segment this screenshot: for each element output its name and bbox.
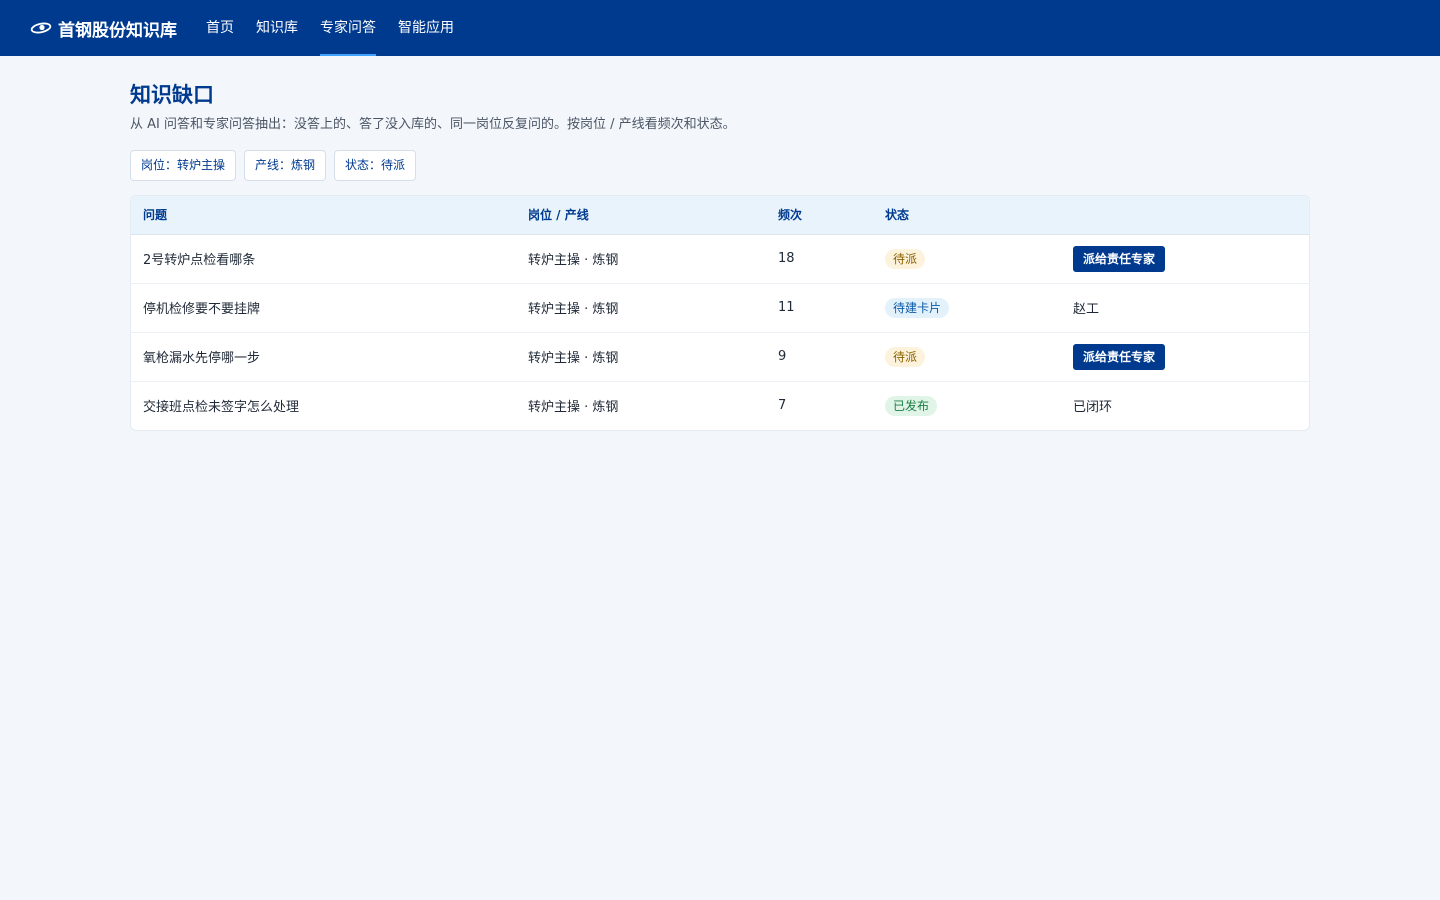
cell-action: 派给责任专家 [1061, 332, 1309, 382]
cell-status: 已发布 [873, 381, 1061, 430]
column-header-question: 问题 [131, 196, 516, 235]
table-row[interactable]: 2号转炉点检看哪条 转炉主操 · 炼钢 18 待派 派给责任专家 [131, 234, 1309, 284]
assign-expert-button[interactable]: 派给责任专家 [1073, 343, 1166, 370]
nav-item-home[interactable]: 首页 [195, 0, 245, 56]
cell-post-line: 转炉主操 · 炼钢 [516, 234, 766, 284]
cell-closed: 已闭环 [1073, 400, 1113, 416]
filter-chip-status[interactable]: 状态：待派 [334, 150, 417, 181]
filter-chip-post[interactable]: 岗位：转炉主操 [130, 150, 237, 181]
cell-status: 待派 [873, 234, 1061, 284]
page-title: 知识缺口 [130, 83, 214, 107]
cell-status: 待建卡片 [873, 283, 1061, 333]
cell-status: 待派 [873, 332, 1061, 382]
table-row[interactable]: 停机检修要不要挂牌 转炉主操 · 炼钢 11 待建卡片 赵工 [131, 283, 1309, 333]
cell-post-line: 转炉主操 · 炼钢 [516, 332, 766, 382]
cell-question: 交接班点检未签字怎么处理 [143, 400, 300, 416]
filter-chip-line[interactable]: 产线：炼钢 [244, 150, 327, 181]
cell-question: 2号转炉点检看哪条 [131, 234, 516, 284]
status-badge: 已发布 [885, 395, 938, 416]
column-header-action [1061, 196, 1309, 235]
cell-question: 氧枪漏水先停哪一步 [131, 332, 516, 382]
cell-post-line: 转炉主操 · 炼钢 [516, 283, 766, 333]
cell-frequency: 9 [766, 332, 873, 382]
column-header-post-line: 岗位 / 产线 [516, 196, 766, 235]
nav-item-expert-qa[interactable]: 专家问答 [309, 0, 387, 56]
page-description: 从 AI 问答和专家问答抽出：没答上的、答了没入库的、同一岗位反复问的。按岗位 … [130, 117, 736, 132]
nav-item-knowledge-base[interactable]: 知识库 [245, 0, 309, 56]
table-header-row: 问题 岗位 / 产线 频次 状态 [131, 196, 1309, 235]
cell-frequency: 18 [766, 234, 873, 284]
main-content: 知识缺口 从 AI 问答和专家问答抽出：没答上的、答了没入库的、同一岗位反复问的… [130, 80, 1310, 431]
column-header-status: 状态 [873, 196, 1061, 235]
cell-action: 派给责任专家 [1061, 234, 1309, 284]
table-row[interactable]: 交接班点检未签字怎么处理 转炉主操 · 炼钢 7 已发布 已闭环 [131, 381, 1309, 430]
cell-frequency: 11 [766, 283, 873, 333]
status-badge: 待派 [885, 248, 926, 269]
main-nav: 首页 知识库 专家问答 智能应用 [195, 0, 465, 56]
column-header-frequency: 频次 [766, 196, 873, 235]
filter-bar: 岗位：转炉主操 产线：炼钢 状态：待派 [130, 150, 1310, 181]
brand[interactable]: 首钢股份知识库 [30, 16, 177, 41]
cell-post-line: 转炉主操 · 炼钢 [528, 400, 619, 416]
assign-expert-button[interactable]: 派给责任专家 [1073, 245, 1166, 272]
knowledge-gap-table: 问题 岗位 / 产线 频次 状态 2号转炉点检看哪条 转炉主操 · 炼钢 18 … [130, 195, 1310, 431]
cell-frequency: 7 [778, 398, 787, 414]
status-badge: 待派 [885, 346, 926, 367]
status-badge: 待建卡片 [885, 297, 950, 318]
shougang-logo-icon [30, 20, 52, 36]
cell-question: 停机检修要不要挂牌 [131, 283, 516, 333]
table-row[interactable]: 氧枪漏水先停哪一步 转炉主操 · 炼钢 9 待派 派给责任专家 [131, 332, 1309, 382]
cell-assignee: 赵工 [1061, 283, 1309, 333]
nav-item-smart-apps[interactable]: 智能应用 [387, 0, 465, 56]
top-navbar: 首钢股份知识库 首页 知识库 专家问答 智能应用 [0, 0, 1440, 56]
brand-name: 首钢股份知识库 [58, 20, 177, 41]
